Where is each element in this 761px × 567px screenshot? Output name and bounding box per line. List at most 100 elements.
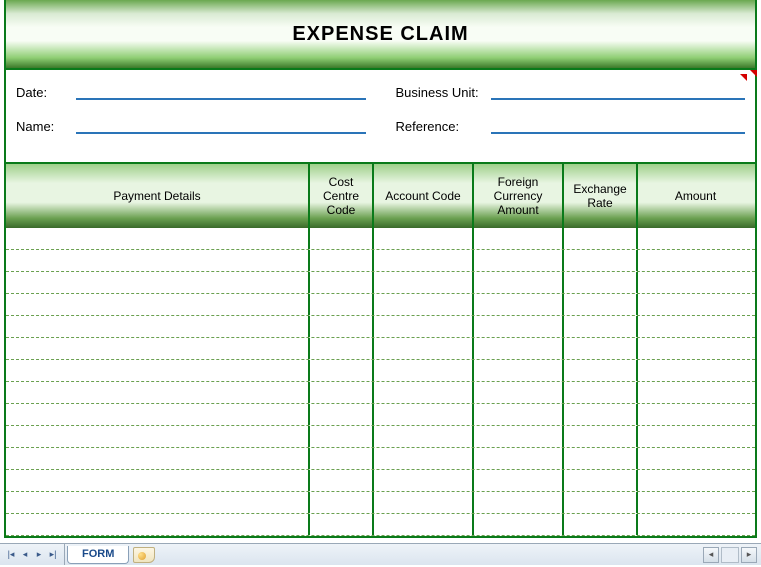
new-sheet-icon[interactable] [133,547,155,563]
table-cell[interactable] [564,404,638,425]
table-cell[interactable] [310,250,374,271]
table-cell[interactable] [564,360,638,381]
table-cell[interactable] [374,382,474,403]
table-row[interactable] [6,470,755,492]
table-row[interactable] [6,404,755,426]
table-cell[interactable] [474,404,564,425]
table-cell[interactable] [6,514,310,535]
table-cell[interactable] [310,492,374,513]
table-cell[interactable] [310,514,374,535]
table-cell[interactable] [374,448,474,469]
table-cell[interactable] [638,492,753,513]
sheet-nav-next-icon[interactable]: ▸ [32,548,46,562]
table-cell[interactable] [638,404,753,425]
table-cell[interactable] [374,338,474,359]
table-cell[interactable] [6,360,310,381]
table-cell[interactable] [310,448,374,469]
table-row[interactable] [6,338,755,360]
comment-indicator-icon[interactable] [740,74,747,81]
table-cell[interactable] [474,514,564,535]
table-cell[interactable] [474,272,564,293]
table-cell[interactable] [310,470,374,491]
table-cell[interactable] [564,338,638,359]
table-cell[interactable] [374,294,474,315]
date-input[interactable] [76,84,366,100]
table-cell[interactable] [6,426,310,447]
table-cell[interactable] [564,470,638,491]
sheet-tab-form[interactable]: FORM [67,546,129,564]
table-cell[interactable] [374,470,474,491]
table-cell[interactable] [638,272,753,293]
table-cell[interactable] [374,426,474,447]
table-cell[interactable] [6,338,310,359]
table-cell[interactable] [310,272,374,293]
table-cell[interactable] [638,294,753,315]
table-cell[interactable] [6,492,310,513]
table-cell[interactable] [310,360,374,381]
table-cell[interactable] [564,294,638,315]
table-cell[interactable] [6,294,310,315]
name-input[interactable] [76,118,366,134]
table-cell[interactable] [474,448,564,469]
hscroll-right-icon[interactable]: ▸ [741,547,757,563]
table-cell[interactable] [564,250,638,271]
table-row[interactable] [6,448,755,470]
table-cell[interactable] [638,360,753,381]
table-row[interactable] [6,382,755,404]
table-row[interactable] [6,250,755,272]
sheet-nav-prev-icon[interactable]: ◂ [18,548,32,562]
table-cell[interactable] [638,426,753,447]
table-cell[interactable] [6,382,310,403]
table-cell[interactable] [474,382,564,403]
table-cell[interactable] [310,228,374,249]
table-row[interactable] [6,514,755,536]
table-cell[interactable] [310,338,374,359]
table-cell[interactable] [474,294,564,315]
table-cell[interactable] [474,470,564,491]
table-cell[interactable] [6,316,310,337]
hscroll-left-icon[interactable]: ◂ [703,547,719,563]
sheet-nav-last-icon[interactable]: ▸| [46,548,60,562]
table-cell[interactable] [374,514,474,535]
table-cell[interactable] [638,338,753,359]
table-row[interactable] [6,294,755,316]
table-cell[interactable] [474,316,564,337]
table-cell[interactable] [638,448,753,469]
table-cell[interactable] [374,404,474,425]
table-cell[interactable] [6,250,310,271]
table-cell[interactable] [6,272,310,293]
table-cell[interactable] [638,470,753,491]
table-cell[interactable] [6,228,310,249]
table-cell[interactable] [564,448,638,469]
table-cell[interactable] [638,228,753,249]
table-cell[interactable] [474,338,564,359]
hscroll-track[interactable] [721,547,739,563]
table-cell[interactable] [638,514,753,535]
sheet-nav-first-icon[interactable]: |◂ [4,548,18,562]
table-row[interactable] [6,426,755,448]
table-row[interactable] [6,228,755,250]
table-cell[interactable] [564,426,638,447]
table-row[interactable] [6,492,755,514]
table-cell[interactable] [474,426,564,447]
table-cell[interactable] [638,382,753,403]
table-cell[interactable] [564,514,638,535]
table-cell[interactable] [374,272,474,293]
table-cell[interactable] [564,272,638,293]
table-cell[interactable] [310,316,374,337]
table-row[interactable] [6,272,755,294]
table-cell[interactable] [564,228,638,249]
table-cell[interactable] [474,250,564,271]
table-cell[interactable] [564,492,638,513]
table-cell[interactable] [374,250,474,271]
table-cell[interactable] [310,404,374,425]
table-cell[interactable] [474,228,564,249]
table-cell[interactable] [638,250,753,271]
table-cell[interactable] [310,382,374,403]
business-unit-input[interactable] [491,84,746,100]
table-cell[interactable] [374,228,474,249]
table-cell[interactable] [564,316,638,337]
table-cell[interactable] [474,360,564,381]
table-cell[interactable] [374,360,474,381]
table-cell[interactable] [310,426,374,447]
